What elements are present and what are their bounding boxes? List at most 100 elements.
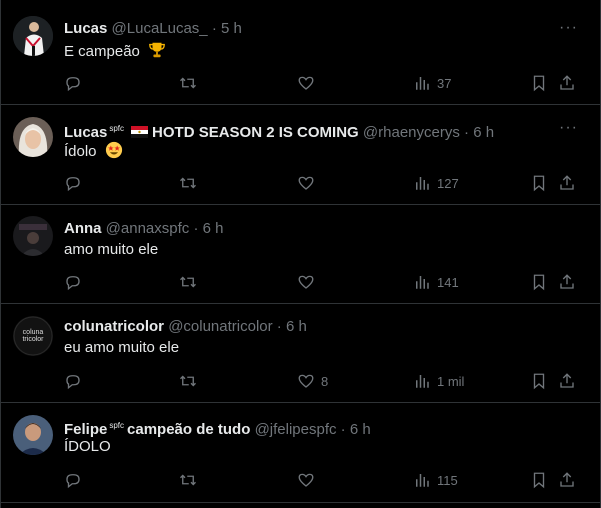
star-struck-emoji-icon bbox=[105, 141, 122, 159]
heart-icon bbox=[297, 74, 315, 92]
display-name[interactable]: Felipe bbox=[64, 421, 107, 438]
reply-button[interactable] bbox=[64, 73, 88, 93]
more-options-button[interactable]: ··· bbox=[559, 19, 578, 37]
timestamp[interactable]: 6 h bbox=[203, 220, 224, 237]
bookmark-button[interactable] bbox=[530, 73, 548, 93]
like-button[interactable] bbox=[297, 73, 321, 93]
separator-dot: · bbox=[193, 220, 199, 237]
user-handle[interactable]: @annaxspfc bbox=[106, 220, 190, 237]
views-count: 115 bbox=[437, 472, 458, 488]
like-button[interactable] bbox=[297, 470, 321, 490]
views-count: 1 mil bbox=[437, 373, 465, 389]
bar-chart-icon bbox=[413, 174, 431, 192]
timestamp[interactable]: 6 h bbox=[286, 318, 307, 335]
share-icon bbox=[558, 74, 576, 92]
views-button[interactable]: 115 bbox=[413, 470, 458, 490]
bar-chart-icon bbox=[413, 471, 431, 489]
avatar-logo-text: coluna tricolor bbox=[22, 329, 44, 343]
reply-icon bbox=[64, 174, 82, 192]
tweet[interactable]: Lucas @LucaLucas_ · 5 h ··· E campeão 37 bbox=[1, 0, 600, 105]
avatar[interactable]: coluna tricolor bbox=[13, 316, 53, 356]
tweet-actions: 8 1 mil bbox=[64, 371, 584, 391]
retweet-icon bbox=[179, 174, 197, 192]
bookmark-icon bbox=[530, 273, 548, 291]
views-count: 141 bbox=[437, 274, 459, 290]
share-button[interactable] bbox=[558, 173, 576, 193]
like-button[interactable]: 8 bbox=[297, 371, 328, 391]
retweet-icon bbox=[179, 471, 197, 489]
tweet-text-content: amo muito ele bbox=[64, 241, 159, 258]
display-name[interactable]: Lucas bbox=[64, 124, 107, 141]
avatar[interactable] bbox=[13, 117, 53, 157]
timestamp[interactable]: 6 h bbox=[473, 124, 494, 141]
user-handle[interactable]: @rhaenycerys bbox=[363, 124, 460, 141]
tweet-text: eu amo muito ele bbox=[64, 338, 179, 358]
share-button[interactable] bbox=[558, 73, 576, 93]
retweet-button[interactable] bbox=[179, 73, 203, 93]
share-icon bbox=[558, 372, 576, 390]
share-button[interactable] bbox=[558, 470, 576, 490]
user-handle[interactable]: @colunatricolor bbox=[168, 318, 272, 335]
tweet[interactable]: Anna @annaxspfc · 6 h amo muito ele 141 bbox=[1, 205, 600, 304]
bookmark-button[interactable] bbox=[530, 173, 548, 193]
reply-icon bbox=[64, 372, 82, 390]
user-handle[interactable]: @jfelipespfc bbox=[255, 421, 337, 438]
tweet-text: E campeão bbox=[64, 41, 166, 62]
egypt-flag-icon bbox=[131, 126, 149, 138]
tweet-text-content: E campeão bbox=[64, 43, 140, 60]
avatar[interactable] bbox=[13, 415, 53, 455]
reply-button[interactable] bbox=[64, 173, 88, 193]
tweet[interactable]: Lucas spfc HOTD SEASON 2 IS COMING @rhaeny… bbox=[1, 105, 600, 205]
bar-chart-icon bbox=[413, 372, 431, 390]
like-button[interactable] bbox=[297, 173, 321, 193]
more-options-button[interactable]: ··· bbox=[559, 119, 578, 137]
like-button[interactable] bbox=[297, 272, 321, 292]
views-button[interactable]: 1 mil bbox=[413, 371, 464, 391]
user-handle[interactable]: @LucaLucas_ bbox=[112, 20, 208, 37]
views-button[interactable]: 141 bbox=[413, 272, 459, 292]
retweet-icon bbox=[179, 273, 197, 291]
views-count: 37 bbox=[437, 75, 452, 91]
retweet-button[interactable] bbox=[179, 272, 203, 292]
retweet-button[interactable] bbox=[179, 470, 203, 490]
bar-chart-icon bbox=[413, 74, 431, 92]
views-button[interactable]: 127 bbox=[413, 173, 459, 193]
bookmark-icon bbox=[530, 174, 548, 192]
tweet-text-content: Ídolo bbox=[64, 143, 97, 160]
tweet[interactable]: Felipe spfc campeão de tudo @jfelipespfc ·… bbox=[1, 403, 600, 503]
bar-chart-icon bbox=[413, 273, 431, 291]
avatar[interactable] bbox=[13, 16, 53, 56]
reply-button[interactable] bbox=[64, 470, 88, 490]
tweet-actions: 127 bbox=[64, 173, 584, 193]
heart-icon bbox=[297, 174, 315, 192]
display-name[interactable]: Anna bbox=[64, 220, 102, 237]
bookmark-icon bbox=[530, 74, 548, 92]
avatar-photo-icon bbox=[13, 216, 53, 256]
name-badge: spfc bbox=[109, 124, 125, 133]
retweet-button[interactable] bbox=[179, 371, 203, 391]
display-name[interactable]: Lucas bbox=[64, 20, 107, 37]
reply-button[interactable] bbox=[64, 272, 88, 292]
separator-dot: · bbox=[464, 124, 470, 141]
tweet[interactable]: coluna tricolor colunatricolor @colunatr… bbox=[1, 304, 600, 403]
separator-dot: · bbox=[276, 318, 282, 335]
display-name[interactable]: colunatricolor bbox=[64, 318, 164, 335]
share-button[interactable] bbox=[558, 272, 576, 292]
avatar-photo-icon bbox=[13, 415, 53, 455]
bookmark-icon bbox=[530, 471, 548, 489]
display-name-extra[interactable]: campeão de tudo bbox=[127, 421, 250, 438]
reply-button[interactable] bbox=[64, 371, 88, 391]
bookmark-button[interactable] bbox=[530, 371, 548, 391]
timestamp[interactable]: 5 h bbox=[221, 20, 242, 37]
bookmark-button[interactable] bbox=[530, 272, 548, 292]
timestamp[interactable]: 6 h bbox=[350, 421, 371, 438]
avatar[interactable] bbox=[13, 216, 53, 256]
tweet-text: amo muito ele bbox=[64, 240, 158, 260]
trophy-emoji-icon bbox=[149, 42, 165, 58]
retweet-button[interactable] bbox=[179, 173, 203, 193]
display-name-extra[interactable]: HOTD SEASON 2 IS COMING bbox=[152, 124, 359, 141]
bookmark-button[interactable] bbox=[530, 470, 548, 490]
share-button[interactable] bbox=[558, 371, 576, 391]
views-button[interactable]: 37 bbox=[413, 73, 451, 93]
avatar-photo-icon bbox=[13, 117, 53, 157]
